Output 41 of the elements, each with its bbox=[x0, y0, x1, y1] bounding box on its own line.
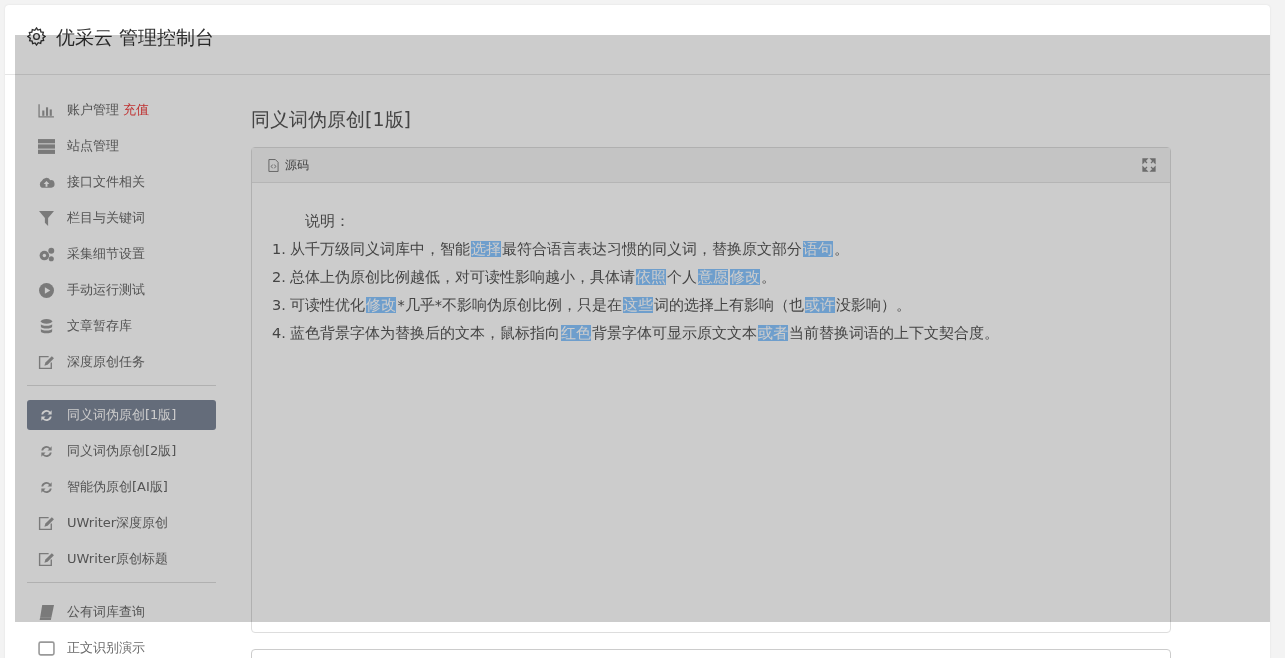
note-line: 2. 总体上伪原创比例越低，对可读性影响越小，具体请依照个人意愿修改。 bbox=[272, 268, 778, 287]
bar-chart-icon bbox=[38, 102, 55, 118]
sidebar-item[interactable]: 站点管理 bbox=[27, 131, 216, 161]
filter-icon bbox=[38, 210, 55, 226]
book-icon bbox=[38, 604, 55, 620]
sidebar-item[interactable]: UWriter深度原创 bbox=[27, 508, 216, 538]
sidebar-item[interactable]: 账户管理 充值 bbox=[27, 95, 216, 125]
edit-icon bbox=[38, 551, 55, 567]
sidebar-item[interactable]: 正文识别演示 bbox=[27, 633, 216, 658]
note-line: 4. 蓝色背景字体为替换后的文本，鼠标指向 红色背景字体可显示原文文本或者当前替换词语的上下文契合度。 bbox=[272, 324, 1001, 343]
sidebar-item[interactable]: 文章暂存库 bbox=[27, 311, 216, 341]
sidebar-item[interactable]: 公有词库查询 bbox=[27, 597, 216, 627]
fullscreen-icon[interactable] bbox=[1142, 158, 1156, 172]
play-icon bbox=[38, 282, 55, 298]
note-heading: 说明： bbox=[304, 212, 351, 231]
edit-icon bbox=[38, 354, 55, 370]
edit-icon bbox=[38, 515, 55, 531]
recharge-link[interactable]: 充值 bbox=[123, 101, 149, 119]
note-line: 3. 可读性优化修改*几乎*不影响伪原创比例，只是在这些词的选择上有影响（也或许没影响）。 bbox=[272, 296, 912, 315]
sidebar-item[interactable]: 深度原创任务 bbox=[27, 347, 216, 377]
server-icon bbox=[38, 138, 55, 154]
sidebar-item[interactable]: 栏目与关键词 bbox=[27, 203, 216, 233]
sidebar-item[interactable]: UWriter原创标题 bbox=[27, 544, 216, 574]
sidebar-item[interactable]: 智能伪原创[AI版] bbox=[27, 472, 216, 502]
code-file-icon bbox=[268, 158, 279, 172]
refresh-icon bbox=[38, 407, 55, 423]
database-icon bbox=[38, 318, 55, 334]
refresh-icon bbox=[38, 443, 55, 459]
refresh-icon bbox=[38, 479, 55, 495]
gears-icon bbox=[38, 246, 55, 262]
source-tab[interactable]: 源码 bbox=[268, 156, 309, 174]
square-icon bbox=[38, 640, 55, 656]
sidebar-item[interactable]: 手动运行测试 bbox=[27, 275, 216, 305]
page-title: 同义词伪原创[1版] bbox=[251, 107, 412, 132]
sidebar-item[interactable]: 同义词伪原创[1版] bbox=[27, 400, 216, 430]
settings-icon bbox=[27, 27, 46, 46]
sidebar-item[interactable]: 接口文件相关 bbox=[27, 167, 216, 197]
sidebar-item[interactable]: 采集细节设置 bbox=[27, 239, 216, 269]
console-title: 优采云 管理控制台 bbox=[56, 25, 215, 50]
note-line: 1. 从千万级同义词库中，智能选择最符合语言表达习惯的同义词，替换原文部分语句。 bbox=[272, 240, 851, 259]
sidebar-item[interactable]: 同义词伪原创[2版] bbox=[27, 436, 216, 466]
